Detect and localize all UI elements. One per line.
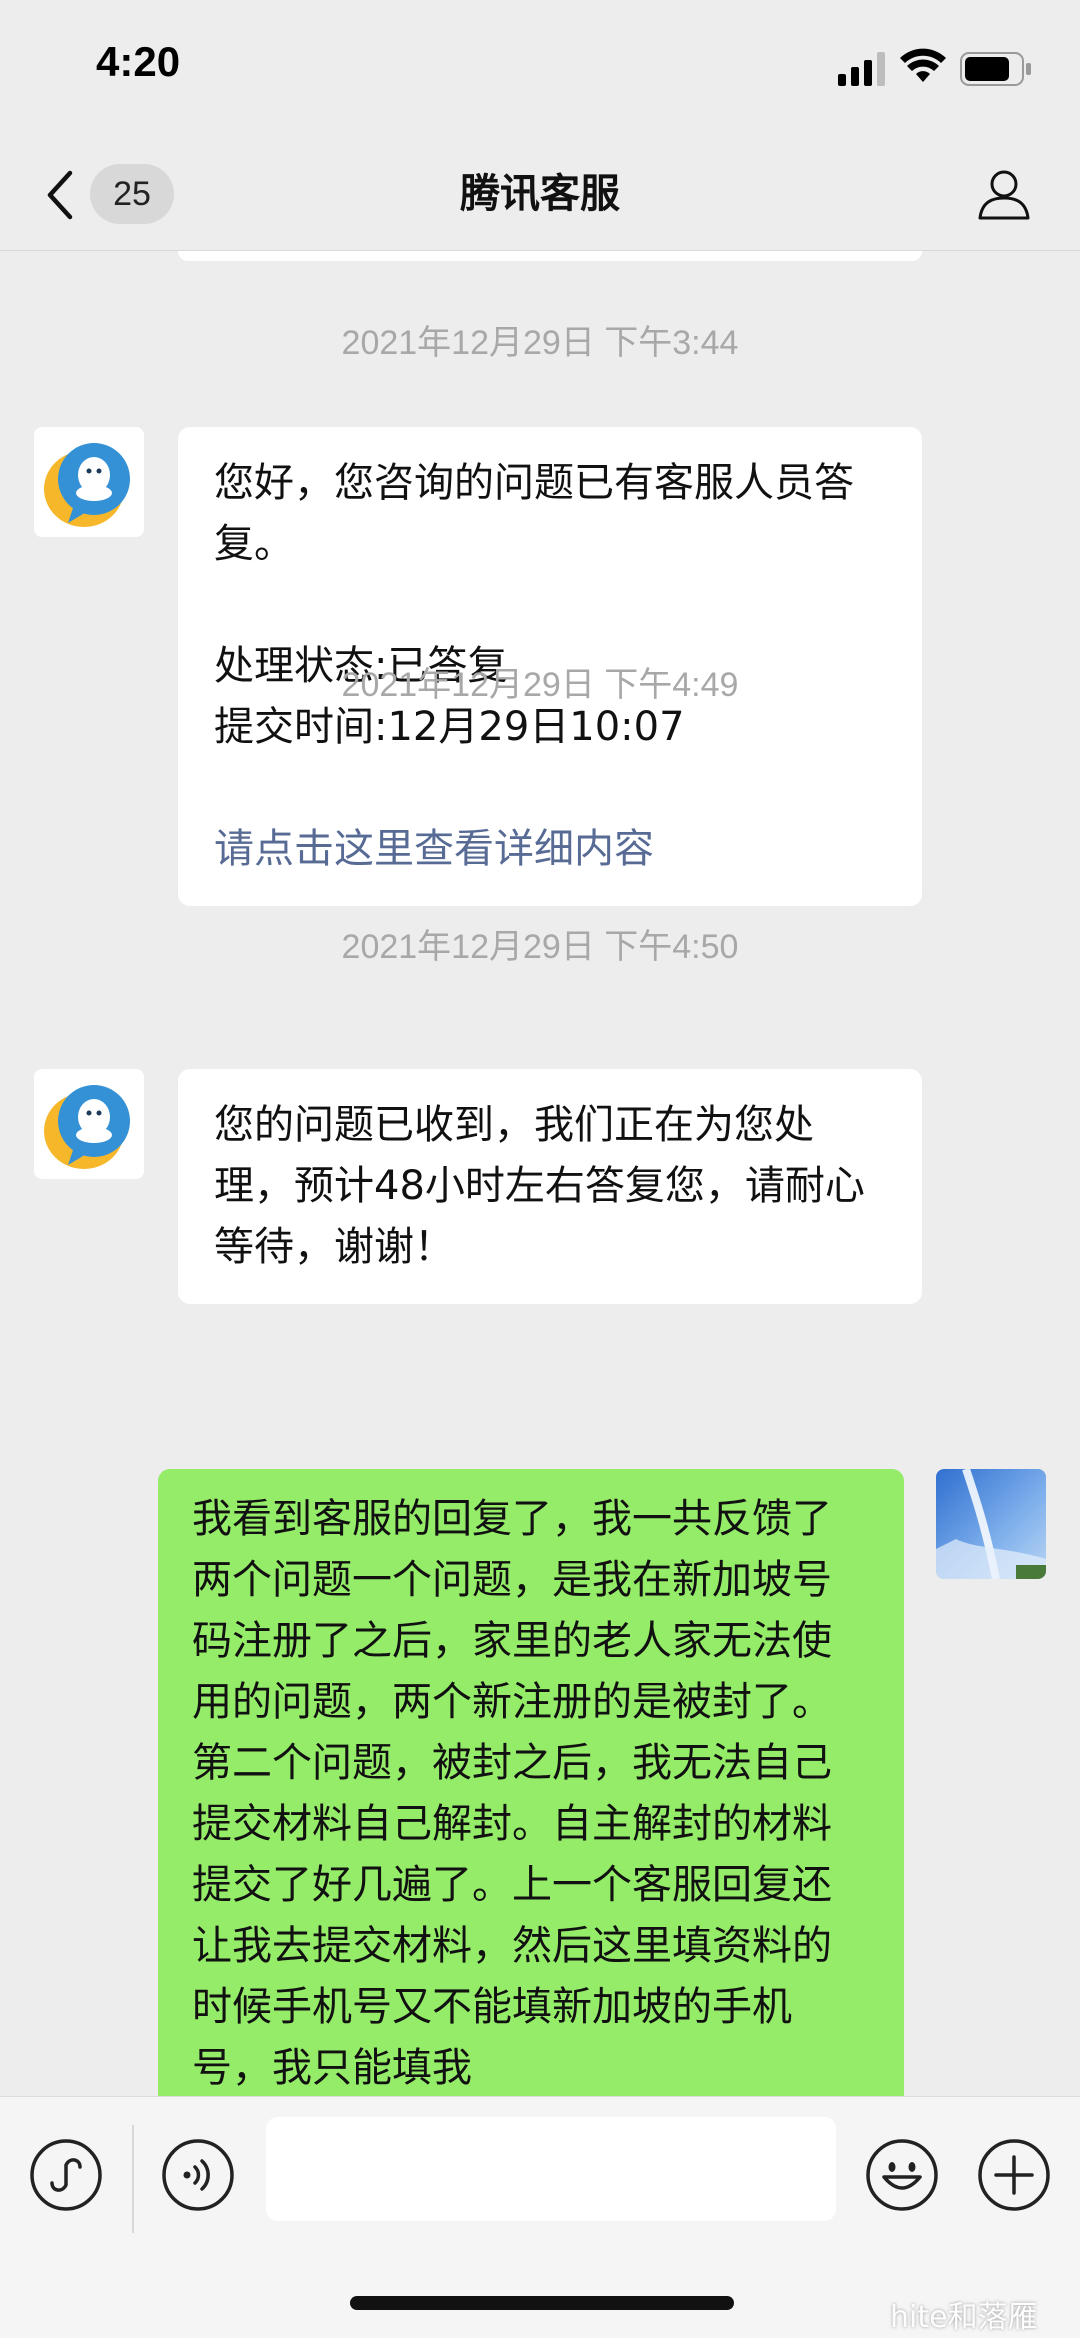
- incoming-message-bubble[interactable]: 您的问题已收到，我们正在为您处理，预计48小时左右答复您，请耐心等待，谢谢！: [178, 1069, 922, 1304]
- plus-icon[interactable]: [976, 2137, 1052, 2213]
- cellular-signal-icon: [838, 52, 885, 86]
- qq-logo-icon: [34, 1069, 144, 1179]
- message-timestamp: 2021年12月29日 下午4:50: [341, 928, 739, 966]
- message-text: 您好，您咨询的问题已有客服人员答复。: [214, 460, 854, 567]
- previous-message-bubble: [178, 251, 922, 261]
- outgoing-message-bubble[interactable]: 我看到客服的回复了，我一共反馈了两个问题一个问题，是我在新加坡号码注册了之后，家…: [158, 1469, 904, 2096]
- submit-time: 提交时间:12月29日10:07: [214, 704, 685, 750]
- status-bar: 4:20: [0, 0, 1080, 140]
- message-timestamp: 2021年12月29日 下午3:44: [341, 324, 739, 362]
- divider: [132, 2125, 134, 2233]
- qq-support-avatar[interactable]: [34, 427, 144, 537]
- status-time: 4:20: [96, 38, 181, 85]
- voice-icon[interactable]: [160, 2137, 236, 2213]
- chat-message-list[interactable]: 2021年12月29日 下午3:44 您好，您咨询的问题已有客服人员答复。 处理…: [0, 251, 1080, 2096]
- message-input[interactable]: [266, 2117, 836, 2221]
- back-button[interactable]: [40, 162, 80, 228]
- emoji-icon[interactable]: [864, 2137, 940, 2213]
- message-text: 您的问题已收到，我们正在为您处理，预计48小时左右答复您，请耐心等待，谢谢！: [214, 1102, 865, 1270]
- profile-icon[interactable]: [976, 166, 1032, 222]
- chat-title: 腾讯客服: [460, 171, 620, 217]
- watermark: hite和落雁: [890, 2300, 1038, 2335]
- back-icon: [47, 170, 73, 220]
- sky-avatar: [936, 1469, 1046, 1579]
- message-timestamp: 2021年12月29日 下午4:49: [341, 666, 739, 704]
- nav-bar: 25 腾讯客服: [0, 140, 1080, 251]
- battery-icon: [960, 52, 1031, 86]
- message-text: 我看到客服的回复了，我一共反馈了两个问题一个问题，是我在新加坡号码注册了之后，家…: [192, 1496, 832, 2091]
- unread-count-badge[interactable]: 25: [90, 164, 174, 224]
- view-details-link[interactable]: 请点击这里查看详细内容: [214, 819, 886, 880]
- qq-logo-icon: [34, 427, 144, 537]
- wifi-icon: [900, 48, 946, 82]
- qq-support-avatar[interactable]: [34, 1069, 144, 1179]
- mini-program-icon[interactable]: [28, 2137, 104, 2213]
- user-avatar[interactable]: [936, 1469, 1046, 1579]
- home-indicator[interactable]: [350, 2296, 734, 2310]
